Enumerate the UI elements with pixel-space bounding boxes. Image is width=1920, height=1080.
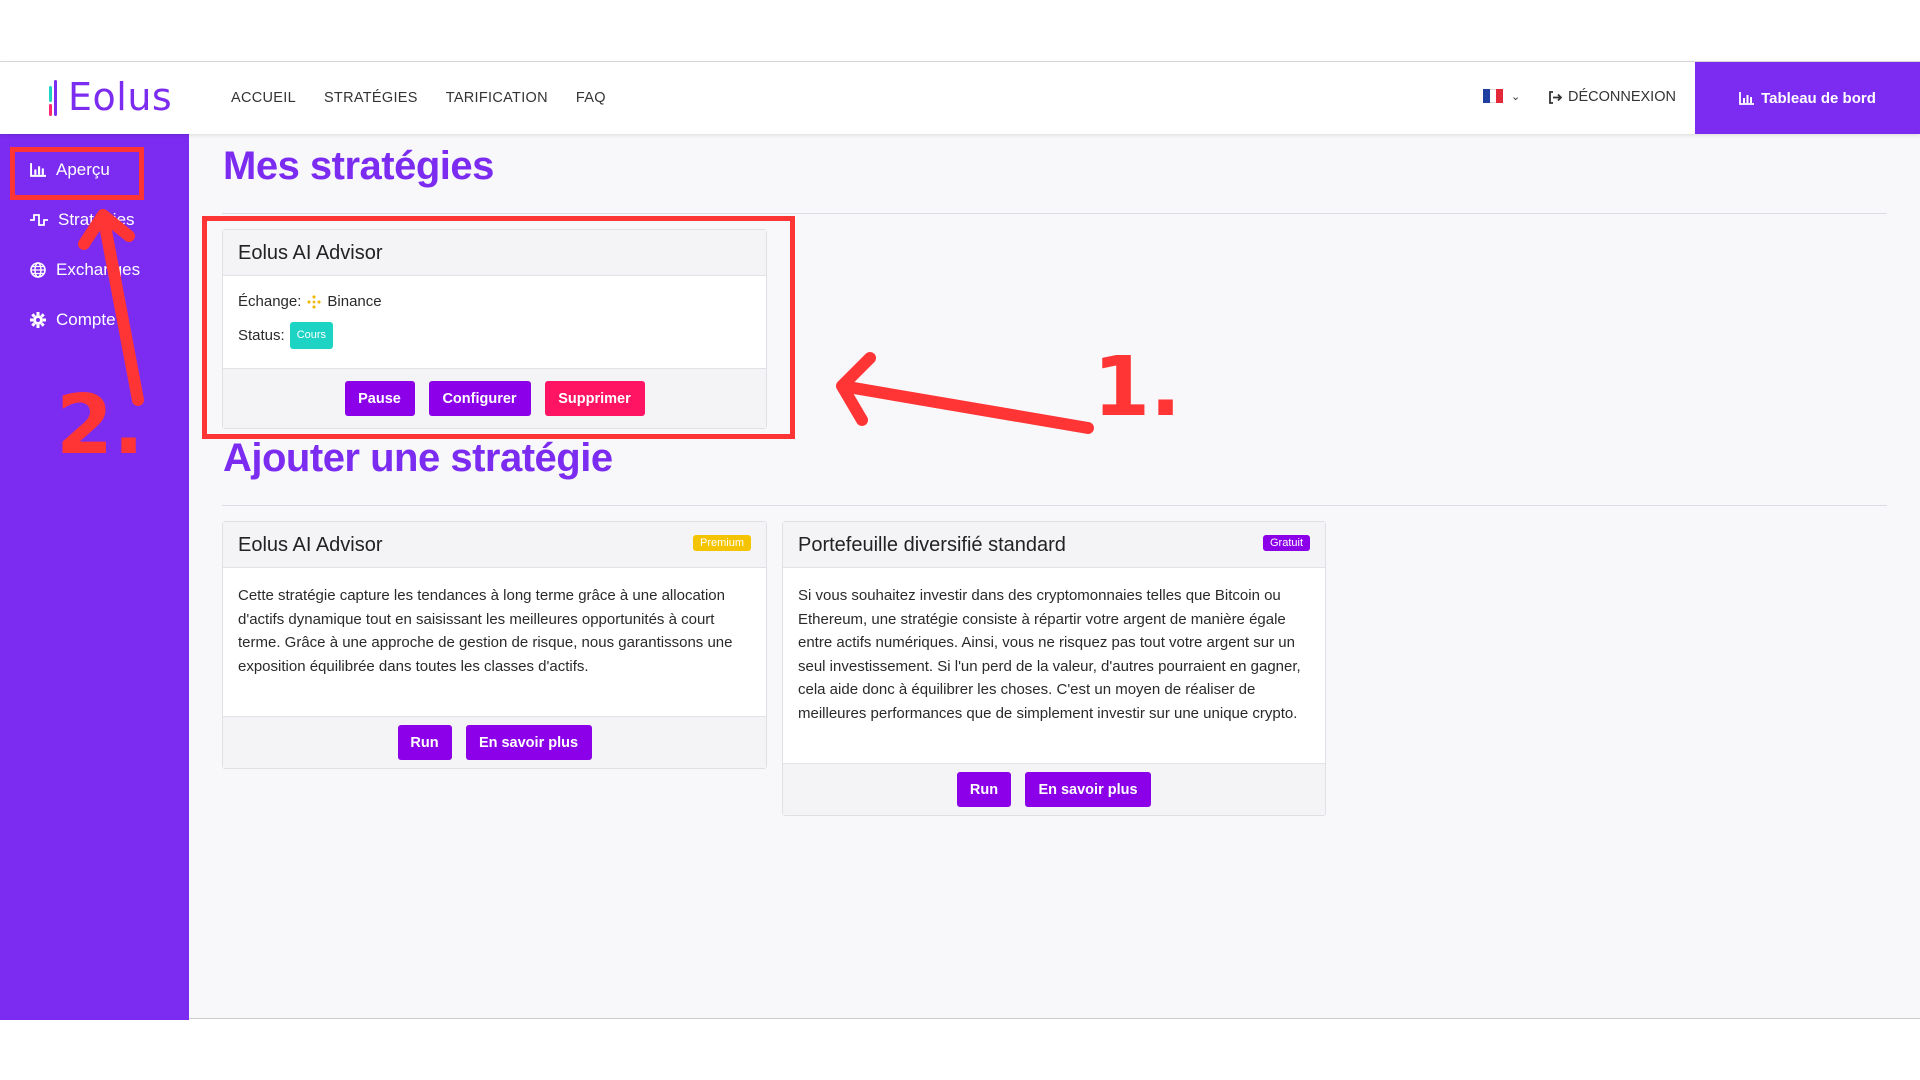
card-header: Portefeuille diversifié standard Gratuit <box>783 522 1325 568</box>
sidebar-item-label: Exchanges <box>56 260 141 279</box>
free-badge: Gratuit <box>1262 535 1310 551</box>
card-footer: Run En savoir plus <box>783 763 1325 815</box>
logout-label: DÉCONNEXION <box>1568 89 1676 105</box>
main-menu: ACCUEIL STRATÉGIES TARIFICATION FAQ <box>231 62 606 134</box>
logo-mark-icon <box>46 76 62 118</box>
sidebar-item-exchanges[interactable]: Exchanges <box>30 260 140 280</box>
sidebar-item-compte[interactable]: Compte <box>30 310 116 330</box>
chevron-down-icon: ⌄ <box>1511 89 1521 103</box>
nav-tarification[interactable]: TARIFICATION <box>446 90 548 106</box>
pulse-icon <box>30 214 48 226</box>
learn-more-button[interactable]: En savoir plus <box>1025 772 1151 807</box>
sidebar: Aperçu Stratégies Exchanges Compte <box>0 134 189 1020</box>
sidebar-item-label: Compte <box>56 310 116 329</box>
nav-accueil[interactable]: ACCUEIL <box>231 90 296 106</box>
logout-icon <box>1549 90 1562 104</box>
brand-logo[interactable]: Eolus <box>46 72 172 122</box>
card-title: Eolus AI Advisor <box>238 534 383 556</box>
card-footer: Run En savoir plus <box>223 716 766 768</box>
french-flag-icon <box>1483 89 1504 103</box>
run-button[interactable]: Run <box>397 725 452 760</box>
globe-icon <box>30 262 46 278</box>
gear-icon <box>30 312 46 328</box>
premium-badge: Premium <box>692 535 751 551</box>
top-navbar: Eolus ACCUEIL STRATÉGIES TARIFICATION FA… <box>0 62 1920 134</box>
brand-name: Eolus <box>68 75 173 119</box>
annotation-highlight-strategy-card <box>202 216 795 439</box>
logout-link[interactable]: DÉCONNEXION <box>1548 89 1676 105</box>
learn-more-button[interactable]: En savoir plus <box>465 725 592 760</box>
strategy-card-free: Portefeuille diversifié standard Gratuit… <box>782 521 1326 816</box>
strategy-card-premium: Eolus AI Advisor Premium Cette stratégie… <box>222 521 767 769</box>
sidebar-item-strategies[interactable]: Stratégies <box>30 210 135 230</box>
annotation-step-1: 1. <box>1093 340 1182 435</box>
card-description: Cette stratégie capture les tendances à … <box>238 587 733 675</box>
dashboard-label: Tableau de bord <box>1761 89 1876 107</box>
bar-chart-icon <box>1739 91 1755 105</box>
annotation-step-2: 2. <box>56 378 145 473</box>
nav-strategies[interactable]: STRATÉGIES <box>324 90 418 106</box>
language-selector[interactable]: ⌄ <box>1483 89 1520 103</box>
heading-divider <box>222 213 1887 214</box>
annotation-highlight-apercu <box>10 147 144 200</box>
sidebar-item-label: Stratégies <box>58 210 135 229</box>
my-strategies-heading: Mes stratégies <box>223 144 494 188</box>
card-header: Eolus AI Advisor Premium <box>223 522 766 568</box>
add-strategy-heading: Ajouter une stratégie <box>223 436 613 480</box>
app-window: Eolus ACCUEIL STRATÉGIES TARIFICATION FA… <box>0 61 1920 1020</box>
card-description: Si vous souhaitez investir dans des cryp… <box>798 587 1301 722</box>
dashboard-button[interactable]: Tableau de bord <box>1695 62 1920 134</box>
run-button[interactable]: Run <box>957 772 1011 807</box>
heading-divider <box>222 505 1887 506</box>
nav-faq[interactable]: FAQ <box>576 90 606 106</box>
card-title: Portefeuille diversifié standard <box>798 534 1066 556</box>
